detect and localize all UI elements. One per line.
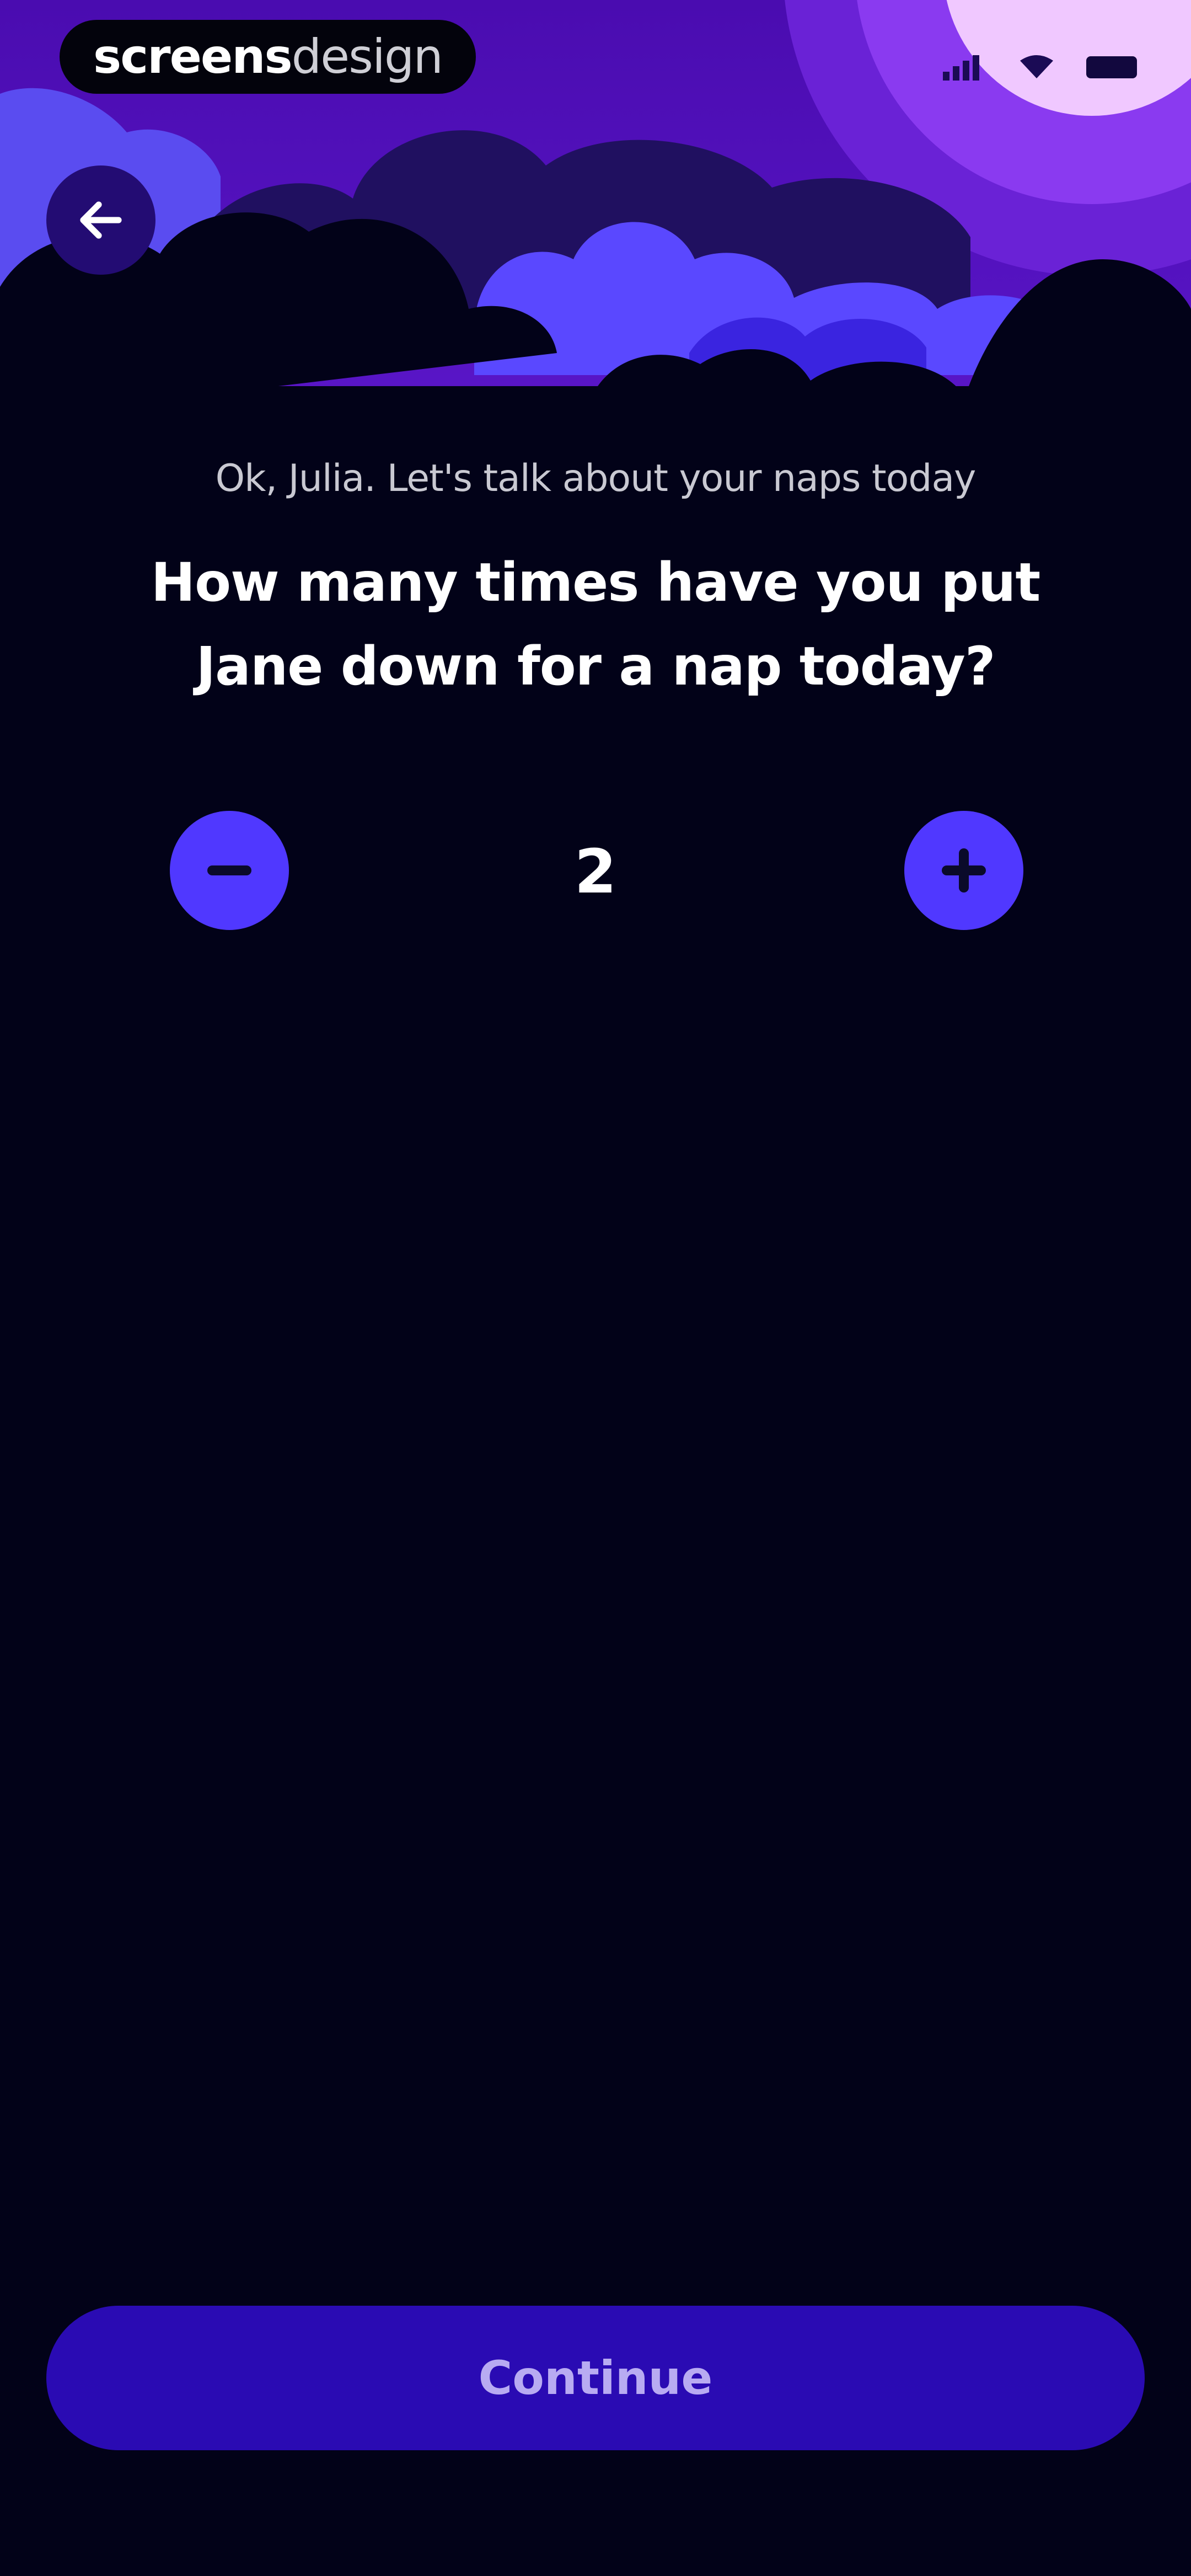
arrow-left-icon bbox=[80, 201, 122, 239]
nap-count-screen: screens design Ok, Julia. Let's talk abou… bbox=[0, 0, 1191, 2576]
brand-text-light: design bbox=[291, 29, 443, 84]
signal-icon bbox=[943, 55, 979, 81]
brand-watermark: screens design bbox=[60, 20, 476, 94]
minus-icon bbox=[207, 865, 251, 875]
decrement-button[interactable] bbox=[170, 811, 289, 930]
continue-button[interactable]: Continue bbox=[46, 2306, 1145, 2450]
wifi-icon bbox=[1020, 55, 1053, 78]
status-bar-icons bbox=[943, 55, 1137, 81]
nap-question-title: How many times have you put Jane down fo… bbox=[151, 552, 1041, 697]
nap-count-value: 2 bbox=[574, 836, 617, 907]
plus-icon bbox=[942, 848, 986, 892]
continue-button-label: Continue bbox=[478, 2351, 713, 2405]
increment-button[interactable] bbox=[904, 811, 1023, 930]
back-button[interactable] bbox=[46, 165, 155, 275]
greeting-subtitle: Ok, Julia. Let's talk about your naps to… bbox=[215, 457, 977, 500]
brand-text-bold: screens bbox=[93, 29, 293, 84]
nap-count-stepper: 2 bbox=[0, 811, 1191, 932]
battery-icon bbox=[1086, 56, 1137, 78]
